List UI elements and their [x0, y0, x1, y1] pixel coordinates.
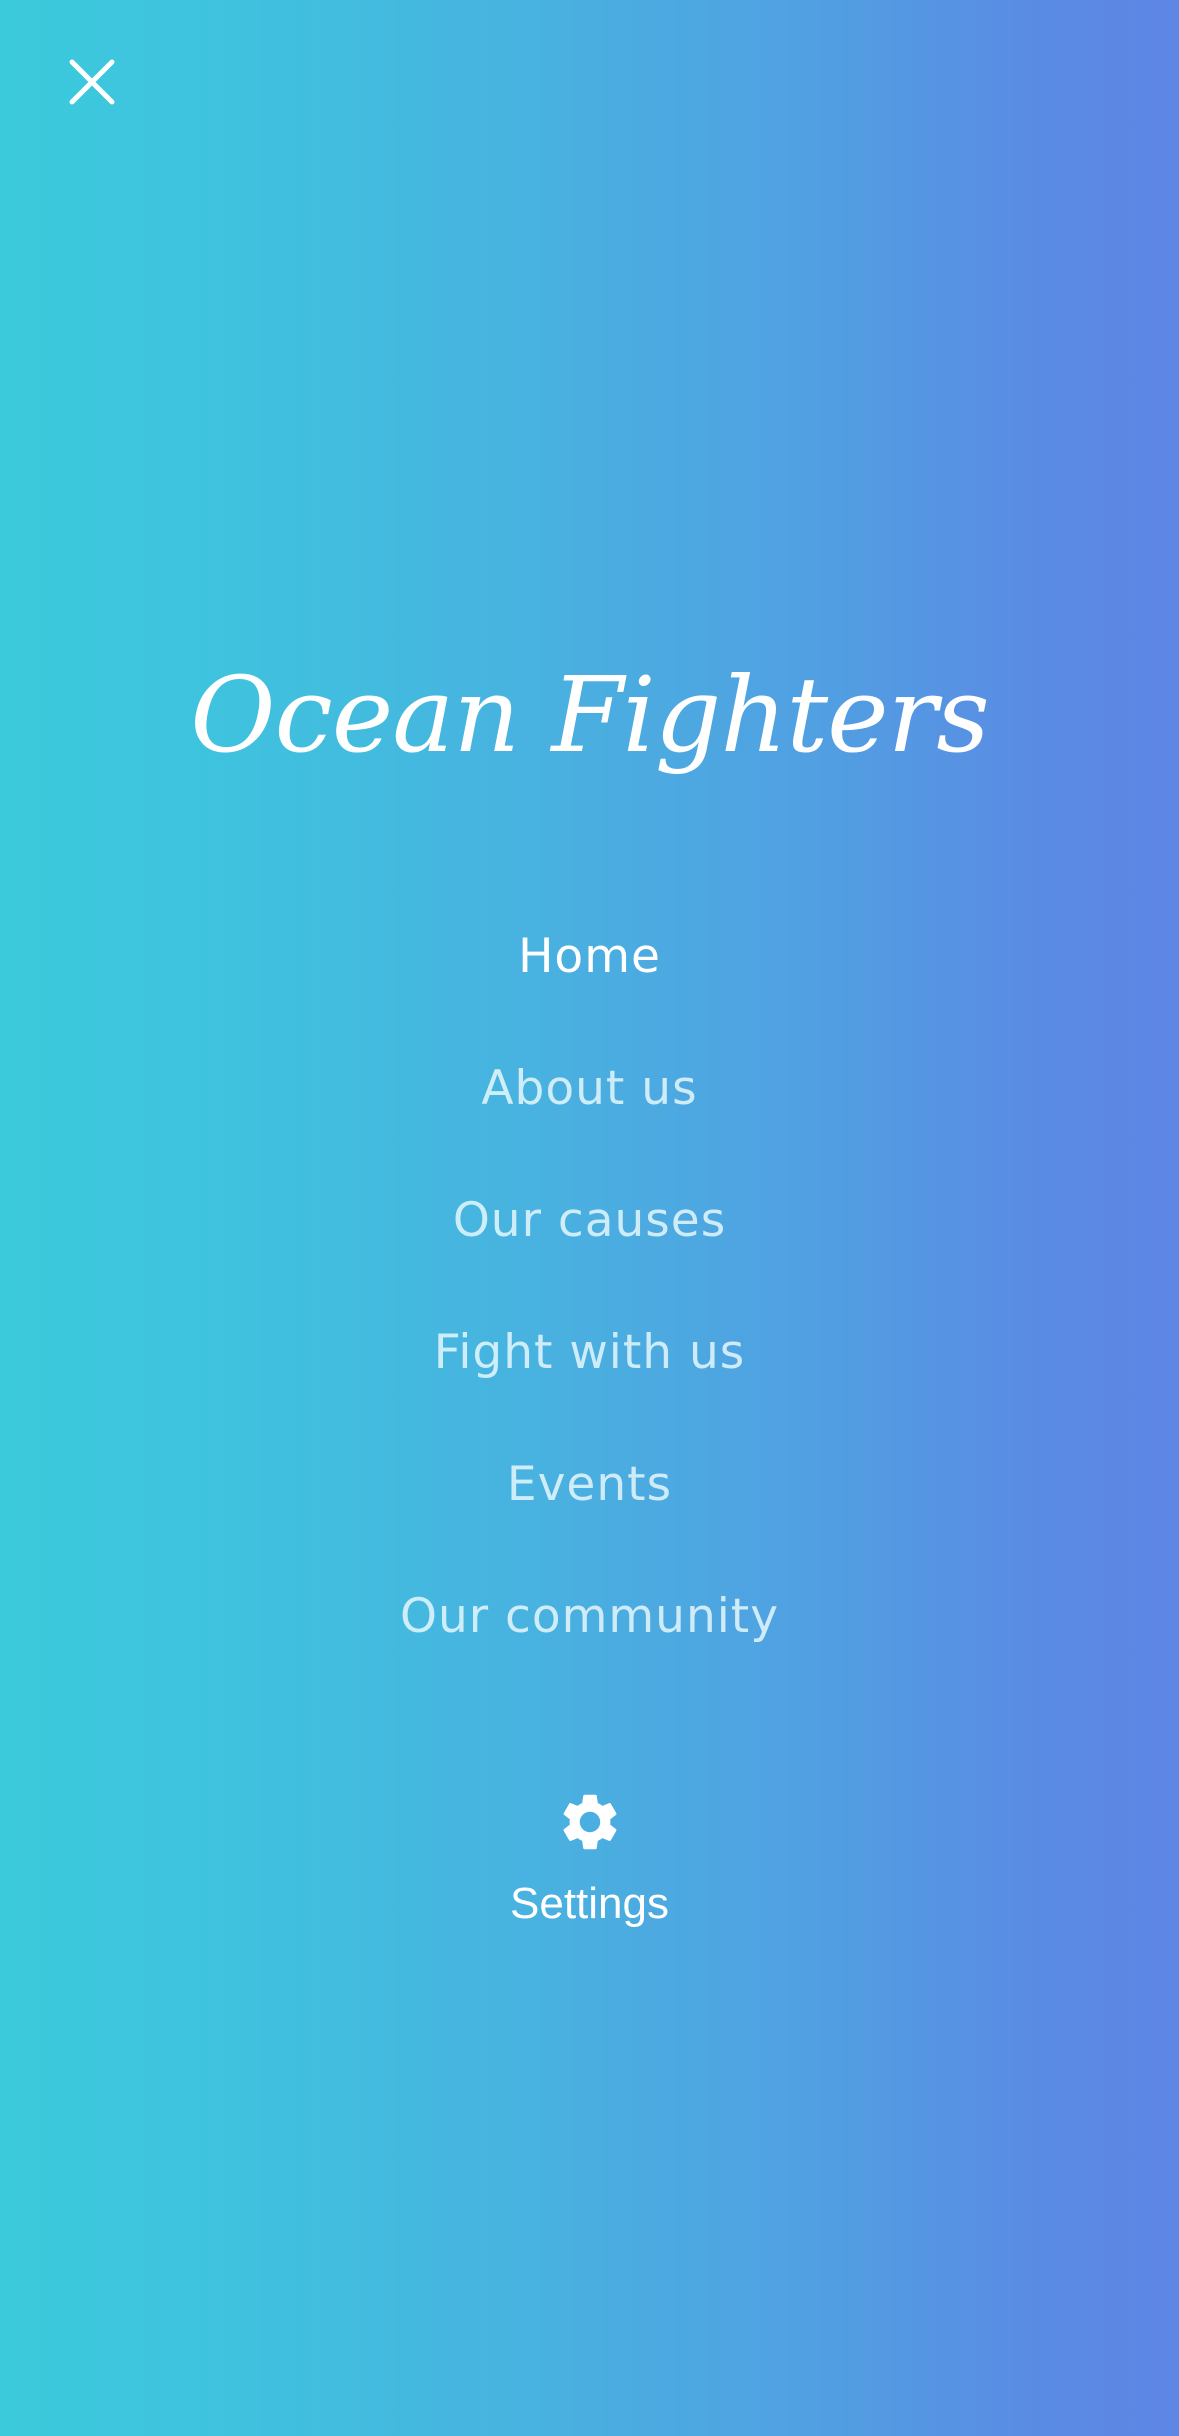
gear-icon — [563, 1794, 616, 1850]
nav-item-home[interactable]: Home — [0, 890, 1179, 1022]
nav-item-fight-with-us[interactable]: Fight with us — [0, 1286, 1179, 1418]
main-nav: Home About us Our causes Fight with us E… — [0, 890, 1179, 1682]
nav-item-about-us[interactable]: About us — [0, 1022, 1179, 1154]
settings-label: Settings — [510, 1879, 669, 1928]
nav-item-events[interactable]: Events — [0, 1418, 1179, 1550]
close-icon — [69, 59, 115, 105]
nav-item-our-community[interactable]: Our community — [0, 1550, 1179, 1682]
close-button[interactable] — [56, 46, 128, 118]
settings-button[interactable]: Settings — [0, 1788, 1179, 1934]
nav-item-our-causes[interactable]: Our causes — [0, 1154, 1179, 1286]
brand-title: Ocean Fighters — [190, 654, 990, 776]
